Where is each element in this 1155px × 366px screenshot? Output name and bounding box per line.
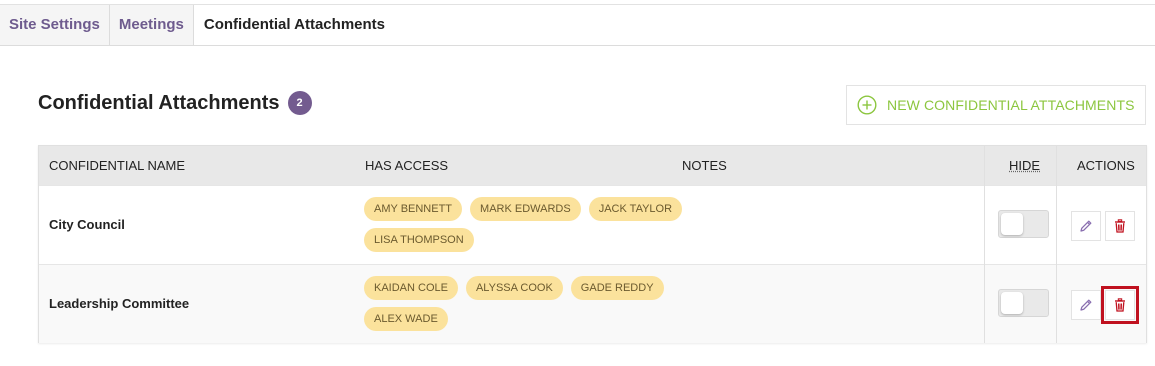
delete-button-highlight (1101, 286, 1139, 324)
access-chip: JACK TAYLOR (588, 197, 683, 221)
access-chip: GADE REDDY (570, 276, 664, 300)
tabs-filler (395, 5, 1155, 45)
access-chip: ALEX WADE (364, 307, 448, 331)
edit-button[interactable] (1071, 211, 1101, 241)
access-chip: MARK EDWARDS (470, 197, 581, 221)
delete-button[interactable] (1105, 211, 1135, 241)
confidential-name: City Council (49, 217, 125, 232)
page-heading: Confidential Attachments 2 (38, 91, 312, 115)
access-chip: LISA THOMPSON (364, 228, 474, 252)
toggle-knob (1001, 213, 1023, 235)
toggle-knob (1001, 292, 1023, 314)
access-chips: KAIDAN COLE ALYSSA COOK GADE REDDY ALEX … (364, 276, 684, 331)
tab-confidential-attachments[interactable]: Confidential Attachments (193, 5, 395, 45)
edit-button[interactable] (1071, 290, 1101, 320)
table-row: City Council AMY BENNETT MARK EDWARDS JA… (39, 185, 1146, 264)
column-divider (1056, 146, 1057, 343)
page-title: Confidential Attachments (38, 91, 280, 114)
new-confidential-attachment-button[interactable]: NEW CONFIDENTIAL ATTACHMENTS (846, 85, 1146, 125)
hide-toggle[interactable] (998, 289, 1049, 317)
trash-icon (1115, 219, 1125, 233)
tab-site-settings[interactable]: Site Settings (0, 5, 110, 45)
column-divider (984, 146, 985, 343)
access-chip: KAIDAN COLE (364, 276, 458, 300)
count-badge: 2 (287, 91, 312, 115)
header-notes: NOTES (682, 158, 727, 173)
header-actions: ACTIONS (1077, 158, 1135, 173)
table-header: CONFIDENTIAL NAME HAS ACCESS NOTES HIDE … (39, 146, 1146, 185)
access-chips: AMY BENNETT MARK EDWARDS JACK TAYLOR LIS… (364, 197, 684, 252)
access-chip: ALYSSA COOK (465, 276, 563, 300)
header-confidential-name: CONFIDENTIAL NAME (49, 158, 186, 173)
confidential-name: Leadership Committee (49, 296, 190, 311)
settings-tabs: Site Settings Meetings Confidential Atta… (0, 5, 1155, 46)
table-row: Leadership Committee KAIDAN COLE ALYSSA … (39, 264, 1146, 343)
attachments-table: CONFIDENTIAL NAME HAS ACCESS NOTES HIDE … (38, 145, 1147, 343)
pencil-icon (1080, 220, 1092, 232)
header-has-access: HAS ACCESS (365, 158, 449, 173)
new-button-label: NEW CONFIDENTIAL ATTACHMENTS (887, 97, 1135, 113)
tab-meetings[interactable]: Meetings (109, 5, 194, 45)
access-chip: AMY BENNETT (364, 197, 463, 221)
header-hide[interactable]: HIDE (1009, 146, 1040, 185)
pencil-icon (1080, 299, 1092, 311)
plus-circle-icon (857, 95, 877, 115)
hide-toggle[interactable] (998, 210, 1049, 238)
